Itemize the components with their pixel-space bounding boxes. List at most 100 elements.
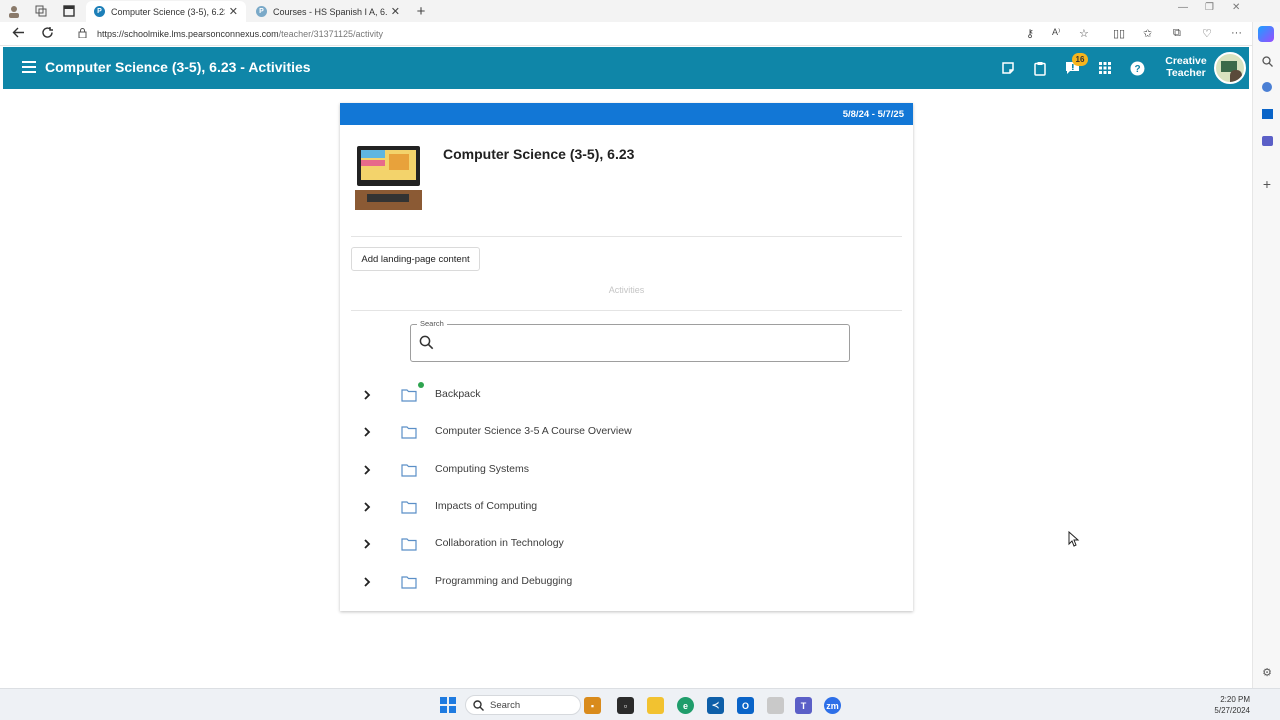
activity-label: Computer Science 3-5 A Course Overview [435, 425, 632, 438]
activity-label: Backpack [435, 388, 481, 400]
course-card: 5/8/24 - 5/7/25 Computer Science (3-5), … [340, 103, 913, 611]
svg-text:?: ? [1134, 64, 1140, 75]
tools-icon[interactable] [1260, 80, 1274, 94]
add-sidebar-app-icon[interactable]: + [1260, 176, 1274, 192]
tab-actions-icon[interactable] [61, 3, 77, 19]
activities-section-label: Activities [608, 285, 645, 295]
activity-label: Programming and Debugging [435, 574, 573, 587]
activity-folder-row[interactable]: Backpack [351, 380, 902, 410]
user-name[interactable]: Creative Teacher [1161, 55, 1211, 79]
search-input[interactable] [441, 333, 841, 353]
activity-folder-row[interactable]: Collaboration in Technology [351, 529, 902, 559]
briefcase-app-icon[interactable]: ▪ [584, 697, 601, 714]
chevron-right-icon[interactable] [361, 463, 373, 477]
outlook-icon[interactable] [1260, 107, 1274, 121]
status-dot [418, 382, 424, 388]
taskbar-search-label: Search [490, 699, 521, 711]
taskbar-search[interactable]: Search [465, 695, 581, 715]
system-clock[interactable]: 2:20 PM 5/27/2024 [1214, 694, 1250, 716]
close-window-icon[interactable]: ✕ [1232, 2, 1240, 13]
page-title: Computer Science (3-5), 6.23 - Activitie… [45, 59, 311, 75]
zoom-icon[interactable]: zm [824, 697, 841, 714]
chevron-right-icon[interactable] [361, 575, 373, 589]
folder-icon [401, 538, 417, 551]
activity-folder-row[interactable]: Impacts of Computing [351, 492, 902, 522]
chevron-right-icon[interactable] [361, 500, 373, 514]
edge-sidebar: + ⚙ [1252, 22, 1280, 688]
activity-label: Collaboration in Technology [435, 537, 564, 550]
collections-icon[interactable]: ⧉ [1173, 27, 1181, 40]
date-range: 5/8/24 - 5/7/25 [842, 108, 904, 120]
file-explorer-icon[interactable] [647, 697, 664, 714]
search-icon [419, 335, 434, 350]
read-aloud-icon[interactable]: A⁾ [1052, 27, 1060, 38]
tab-title: Computer Science (3-5), 6.23 - A [111, 6, 225, 17]
edge-browser-icon[interactable]: e [677, 697, 694, 714]
course-image [355, 146, 422, 210]
teams-icon[interactable] [1260, 134, 1274, 148]
chevron-right-icon[interactable] [361, 388, 373, 402]
activity-label: Impacts of Computing [435, 499, 538, 512]
folder-icon [401, 389, 417, 402]
pearson-favicon-icon: P [94, 6, 105, 17]
windows-start-icon[interactable] [440, 697, 456, 713]
key-icon[interactable]: ⚷ [1026, 27, 1034, 40]
url-host: https://schoolmike.lms.pearsonconnexus.c… [97, 29, 279, 39]
search-icon [473, 700, 484, 711]
favorites-icon[interactable]: ✩ [1143, 27, 1152, 40]
search-label: Search [417, 319, 447, 328]
sticky-note-icon[interactable] [999, 59, 1017, 77]
browser-essentials-icon[interactable]: ♡ [1202, 27, 1212, 40]
snipping-tool-icon[interactable] [767, 697, 784, 714]
clock-date: 5/27/2024 [1214, 706, 1250, 715]
split-screen-icon[interactable]: ▯▯ [1113, 27, 1125, 40]
new-tab-icon[interactable]: + [413, 3, 429, 20]
settings-gear-icon[interactable]: ⚙ [1260, 665, 1274, 679]
vscode-icon[interactable]: ≺ [707, 697, 724, 714]
more-menu-icon[interactable]: ··· [1231, 27, 1242, 39]
favorite-star-icon[interactable]: ☆ [1079, 27, 1089, 40]
lock-icon[interactable] [78, 28, 87, 40]
divider [351, 236, 902, 237]
back-icon[interactable] [12, 26, 25, 42]
taskbar: Search ▪ ▫ e ≺ O T zm 2:20 PM 5/27/2024 [0, 688, 1280, 720]
restore-icon[interactable]: ❐ [1205, 2, 1214, 13]
close-icon[interactable]: ✕ [391, 5, 400, 18]
chevron-right-icon[interactable] [361, 425, 373, 439]
url-path: /teacher/31371125/activity [278, 29, 383, 39]
folder-icon [401, 575, 417, 589]
folder-icon [401, 463, 417, 477]
outlook-icon[interactable]: O [737, 697, 754, 714]
divider [351, 310, 902, 311]
task-view-icon[interactable]: ▫ [617, 697, 634, 714]
tab-hs-spanish[interactable]: P Courses - HS Spanish I A, 6.23 ✕ [248, 1, 408, 22]
minimize-icon[interactable]: — [1178, 2, 1188, 13]
workspaces-icon[interactable] [33, 3, 49, 19]
search-icon[interactable] [1260, 54, 1274, 68]
activity-folder-row[interactable]: Computing Systems [351, 455, 902, 485]
activity-folder-row[interactable]: Programming and Debugging [351, 567, 902, 597]
tab-title: Courses - HS Spanish I A, 6.23 [273, 6, 387, 17]
activity-folder-row[interactable]: Computer Science 3-5 A Course Overview [351, 417, 902, 447]
folder-icon [401, 426, 417, 439]
close-icon[interactable]: ✕ [229, 5, 238, 18]
clipboard-icon[interactable] [1031, 59, 1049, 77]
apps-grid-icon[interactable] [1096, 59, 1114, 77]
notification-badge: 16 [1072, 53, 1088, 66]
refresh-icon[interactable] [41, 26, 54, 42]
app-header: Computer Science (3-5), 6.23 - Activitie… [3, 47, 1249, 89]
teams-icon[interactable]: T [795, 697, 812, 714]
help-icon[interactable]: ? [1128, 59, 1146, 77]
copilot-icon[interactable] [1258, 26, 1274, 42]
url-field[interactable]: https://schoolmike.lms.pearsonconnexus.c… [78, 25, 1098, 43]
chevron-right-icon[interactable] [361, 537, 373, 551]
hamburger-icon[interactable] [22, 61, 36, 73]
profile-icon[interactable] [6, 3, 22, 19]
search-field[interactable] [410, 324, 850, 362]
mouse-cursor-icon [1068, 531, 1080, 547]
tab-computer-science[interactable]: P Computer Science (3-5), 6.23 - A ✕ [86, 1, 246, 22]
avatar[interactable] [1214, 52, 1246, 84]
add-landing-page-content-button[interactable]: Add landing-page content [351, 247, 480, 271]
course-title: Computer Science (3-5), 6.23 [443, 146, 635, 162]
browser-tab-strip: P Computer Science (3-5), 6.23 - A ✕ P C… [0, 0, 1280, 22]
